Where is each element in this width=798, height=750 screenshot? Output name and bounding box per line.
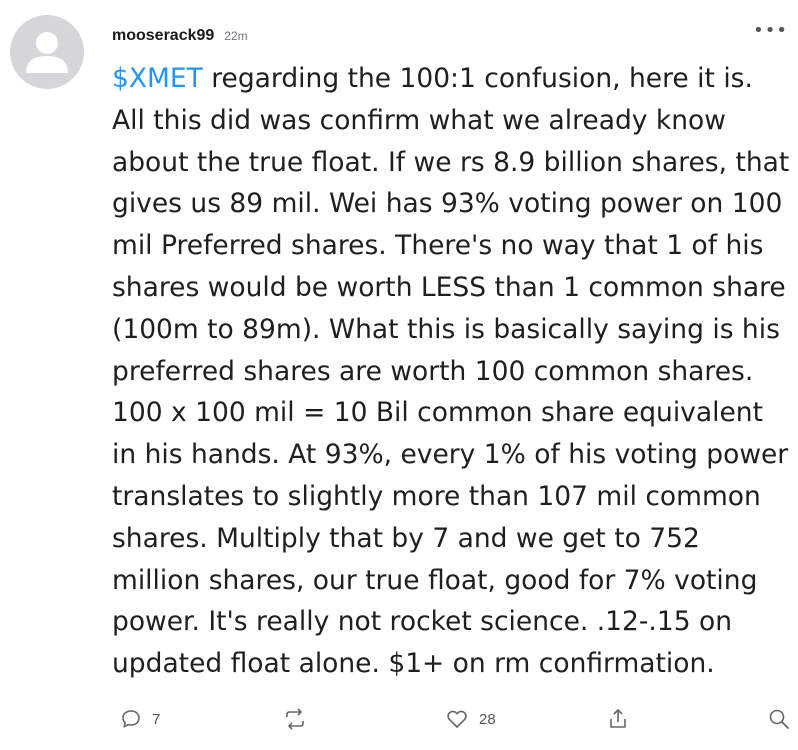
like-button[interactable]: 28	[445, 704, 496, 734]
default-user-avatar-icon	[26, 32, 68, 73]
reshare-button[interactable]	[283, 704, 307, 734]
more-dots-icon[interactable]: •••	[753, 22, 788, 40]
ticker-link[interactable]: $XMET	[112, 63, 203, 94]
search-icon	[769, 709, 789, 729]
share-upload-icon	[610, 709, 626, 728]
reply-button[interactable]: 7	[120, 704, 160, 734]
comment-bubble-icon	[122, 710, 140, 728]
heart-icon	[447, 710, 467, 728]
search-button[interactable]	[768, 704, 790, 734]
reshare-icon	[286, 708, 304, 730]
message-body: $XMET regarding the 100:1 confusion, her…	[112, 58, 794, 685]
like-count: 28	[479, 710, 496, 728]
action-bar: 7 28	[0, 704, 798, 734]
share-button[interactable]	[607, 704, 629, 734]
post-header: mooserack99 22m	[112, 27, 248, 45]
username[interactable]: mooserack99	[112, 27, 214, 45]
user-avatar[interactable]	[10, 15, 84, 89]
message-text: regarding the 100:1 confusion, here it i…	[112, 63, 790, 680]
timestamp: 22m	[224, 29, 248, 43]
reply-count: 7	[152, 710, 161, 728]
